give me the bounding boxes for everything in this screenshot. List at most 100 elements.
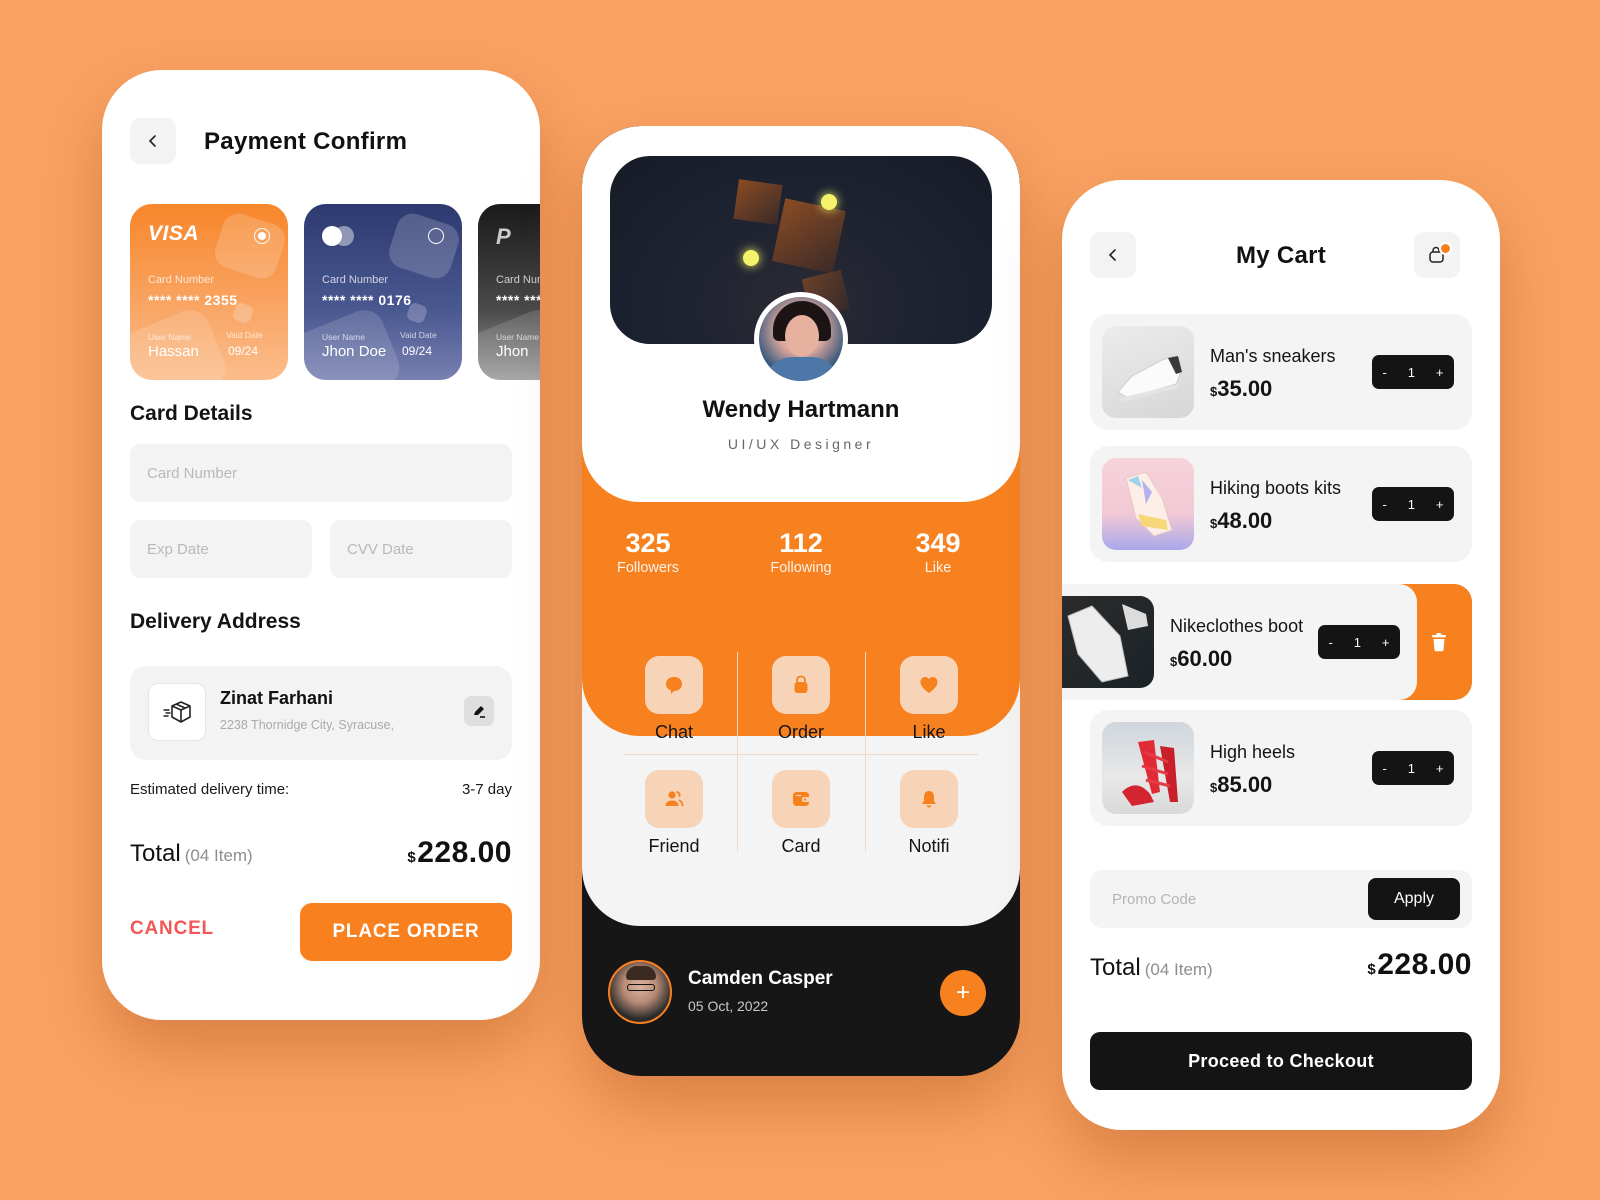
page-title: Payment Confirm <box>204 128 408 155</box>
wallet-icon <box>793 792 810 806</box>
menu-label: Card <box>781 836 821 856</box>
valid-date-label: Vaid Date <box>226 330 263 340</box>
card-user-name: Jhon <box>496 343 529 360</box>
users-icon <box>665 791 684 807</box>
cart-item[interactable]: Nikeclothes boot $60.00 - 1 + <box>1062 584 1417 700</box>
increase-button[interactable]: + <box>1436 497 1444 512</box>
paypal-logo-icon: P <box>496 224 511 249</box>
profile-screen: Wendy Hartmann UI/UX Designer 325 Follow… <box>582 126 1020 1076</box>
back-button[interactable] <box>130 118 176 164</box>
delivery-time-value: 3-7 day <box>461 781 512 798</box>
product-name: Hiking boots kits <box>1210 478 1342 498</box>
stat-label: Like <box>924 560 952 576</box>
menu-label: Notifi <box>908 836 950 856</box>
payment-card-mastercard[interactable]: Card Number **** **** 0176 User Name Jho… <box>304 204 462 380</box>
payment-card-paypal[interactable]: P Card Number **** **** User Name Jhon <box>478 204 540 380</box>
payment-card-visa[interactable]: VISA Card Number **** **** 2355 User Nam… <box>130 204 288 380</box>
promo-code-box: Apply <box>1090 870 1472 928</box>
contact-name: Camden Casper <box>688 968 833 989</box>
apply-promo-button[interactable]: Apply <box>1368 878 1460 920</box>
add-contact-button[interactable]: + <box>940 970 986 1016</box>
chat-bubble-icon <box>666 677 682 694</box>
total-label: Total (04 Item) <box>130 840 253 868</box>
quantity-stepper[interactable]: - 1 + <box>1372 487 1454 521</box>
total-amount-value: 228.00 <box>417 836 512 869</box>
menu-item-chat[interactable]: Chat <box>610 656 738 760</box>
stat-likes[interactable]: 349 Like <box>878 528 998 576</box>
card-number: **** **** 2355 <box>148 292 238 308</box>
cart-item[interactable]: High heels $85.00 - 1 + <box>1090 710 1472 826</box>
product-image <box>1062 596 1154 688</box>
cart-bag-button[interactable] <box>1414 232 1460 278</box>
menu-item-order[interactable]: Order <box>737 656 865 760</box>
profile-name: Wendy Hartmann <box>702 396 900 423</box>
user-name-label: User Name <box>148 332 191 342</box>
total-text: Total <box>130 840 181 867</box>
place-order-button[interactable]: PLACE ORDER <box>300 903 512 961</box>
cart-item[interactable]: Hiking boots kits $48.00 - 1 + <box>1090 446 1472 562</box>
payment-confirm-screen: Payment Confirm VISA Card Number **** **… <box>102 70 540 1020</box>
quantity-stepper[interactable]: - 1 + <box>1318 625 1400 659</box>
menu-item-friend[interactable]: Friend <box>610 770 738 874</box>
promo-code-input[interactable] <box>1090 870 1360 928</box>
menu-label: Like <box>912 722 946 742</box>
card-select-radio[interactable] <box>428 228 444 244</box>
card-select-radio[interactable] <box>254 228 270 244</box>
cover-cube <box>733 179 783 225</box>
delivery-time-label: Estimated delivery time: <box>130 781 290 798</box>
total-amount: $228.00 <box>407 836 512 870</box>
stat-label: Followers <box>616 560 680 576</box>
decrease-button[interactable]: - <box>1328 635 1332 650</box>
profile-avatar[interactable] <box>754 292 848 386</box>
increase-button[interactable]: + <box>1436 761 1444 776</box>
menu-item-card[interactable]: Card <box>737 770 865 874</box>
decrease-button[interactable]: - <box>1382 365 1386 380</box>
total-amount-value: 228.00 <box>1377 948 1472 981</box>
my-cart-screen: My Cart Man's sneakers $35.00 - 1 + Hiki… <box>1062 180 1500 1130</box>
proceed-to-checkout-button[interactable]: Proceed to Checkout <box>1090 1032 1472 1090</box>
currency-symbol: $ <box>407 849 417 866</box>
quantity-stepper[interactable]: - 1 + <box>1372 751 1454 785</box>
stat-value: 349 <box>915 528 961 558</box>
menu-item-notifications[interactable]: Notifi <box>865 770 993 874</box>
card-number: **** **** 0176 <box>322 292 412 308</box>
currency-symbol: $ <box>1367 961 1377 978</box>
card-number-label: Card Number <box>322 274 389 286</box>
payment-cards-carousel[interactable]: VISA Card Number **** **** 2355 User Nam… <box>130 204 540 380</box>
quantity-value: 1 <box>1407 496 1415 512</box>
stat-followers[interactable]: 325 Followers <box>588 528 708 576</box>
card-valid-date: 09/24 <box>402 344 433 358</box>
recipient-name: Zinat Farhani <box>220 688 334 708</box>
delivery-address-heading: Delivery Address <box>130 610 301 633</box>
mastercard-logo-icon <box>322 226 358 246</box>
shopping-bag-icon <box>794 675 808 693</box>
cart-item-swiped[interactable]: Nikeclothes boot $60.00 - 1 + <box>1062 584 1472 700</box>
decrease-button[interactable]: - <box>1382 497 1386 512</box>
cvv-input[interactable] <box>330 520 512 578</box>
edit-address-button[interactable] <box>464 696 494 726</box>
stat-label: Following <box>770 560 832 576</box>
product-price: $85.00 <box>1210 772 1273 797</box>
menu-item-like[interactable]: Like <box>865 656 993 760</box>
increase-button[interactable]: + <box>1382 635 1390 650</box>
menu-label: Friend <box>648 836 700 856</box>
increase-button[interactable]: + <box>1436 365 1444 380</box>
product-image <box>1102 326 1194 418</box>
trash-icon <box>1432 633 1446 652</box>
cover-orb <box>821 194 837 210</box>
quantity-value: 1 <box>1407 364 1415 380</box>
product-name: Man's sneakers <box>1210 346 1336 366</box>
cart-item[interactable]: Man's sneakers $35.00 - 1 + <box>1090 314 1472 430</box>
exp-date-input[interactable] <box>130 520 312 578</box>
card-number-input[interactable] <box>130 444 512 502</box>
quantity-stepper[interactable]: - 1 + <box>1372 355 1454 389</box>
stat-following[interactable]: 112 Following <box>741 528 861 576</box>
decrease-button[interactable]: - <box>1382 761 1386 776</box>
package-delivery-icon <box>163 701 191 723</box>
visa-logo-icon: VISA <box>148 222 200 245</box>
cover-cube <box>772 198 846 274</box>
quantity-value: 1 <box>1407 760 1415 776</box>
contact-row[interactable]: Camden Casper 05 Oct, 2022 + <box>608 960 994 1024</box>
cancel-button[interactable]: CANCEL <box>130 918 214 940</box>
product-name: High heels <box>1210 742 1296 762</box>
